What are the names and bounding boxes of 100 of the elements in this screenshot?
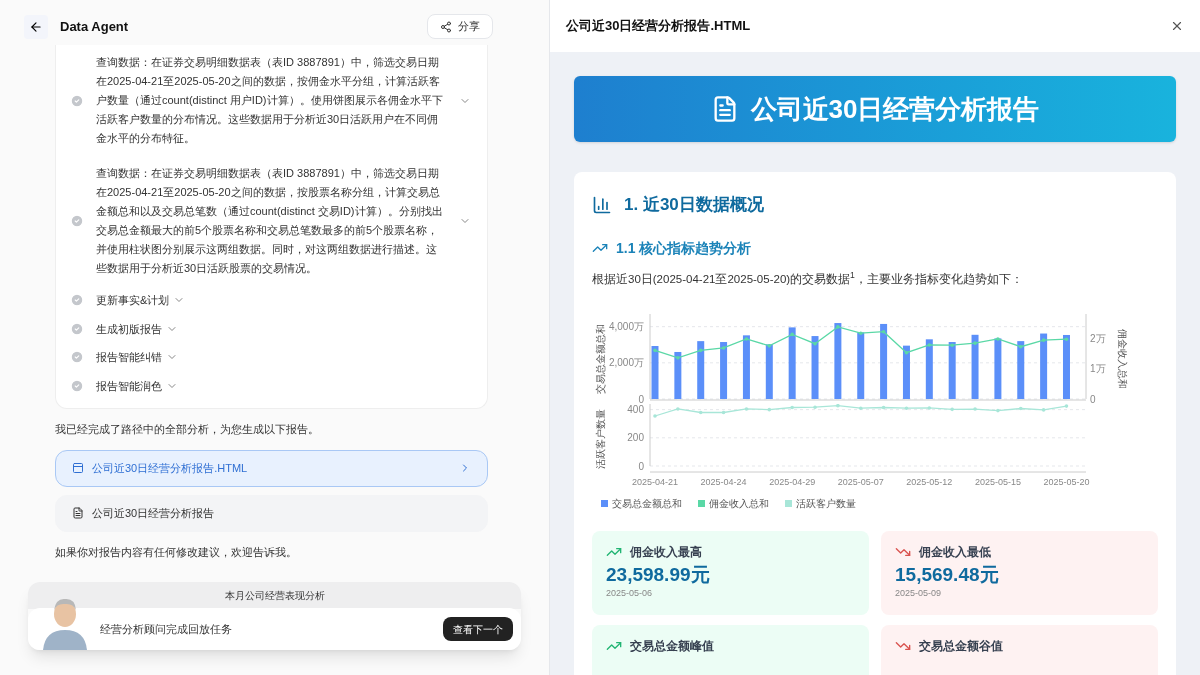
bar bbox=[811, 335, 819, 399]
message-text: 我已经完成了路径中的全部分析，为您生成以下报告。 bbox=[55, 422, 320, 437]
stat-label: 交易总金额峰值 bbox=[630, 637, 714, 655]
bar bbox=[994, 338, 1002, 399]
check-icon bbox=[70, 293, 84, 308]
axis-tick: 2025-04-24 bbox=[700, 476, 747, 487]
bar bbox=[788, 327, 796, 399]
bar bbox=[1063, 334, 1070, 399]
data-point bbox=[813, 341, 817, 346]
bar bbox=[857, 332, 865, 399]
axis-title: 交易总金额总和 bbox=[595, 323, 606, 394]
data-point bbox=[698, 348, 703, 352]
bar bbox=[697, 340, 705, 399]
axis-tick: 400 bbox=[627, 403, 644, 415]
axis-tick: 1万 bbox=[1090, 363, 1106, 375]
bar-chart-icon bbox=[592, 194, 612, 215]
data-point bbox=[767, 407, 772, 412]
axis-tick: 200 bbox=[627, 432, 644, 444]
bar bbox=[971, 334, 979, 399]
axis-tick: 0 bbox=[1090, 393, 1096, 404]
data-point bbox=[950, 343, 954, 347]
axis-title: 佣金收入总和 bbox=[1117, 328, 1128, 389]
axis-tick: 2025-05-12 bbox=[906, 476, 953, 487]
check-icon bbox=[70, 350, 84, 365]
stat-date: 2025-05-06 bbox=[606, 586, 654, 600]
data-point bbox=[858, 331, 863, 335]
data-point bbox=[950, 407, 954, 411]
axis-tick: 2025-04-21 bbox=[632, 476, 678, 487]
data-point bbox=[996, 336, 1000, 341]
bar bbox=[720, 341, 728, 399]
data-point bbox=[1018, 406, 1023, 411]
axis-tick: 0 bbox=[638, 393, 644, 404]
axis-tick: 2025-04-29 bbox=[769, 476, 816, 487]
app-title: Data Agent bbox=[60, 17, 129, 36]
section-heading: 1. 近30日数据概况 bbox=[624, 194, 764, 216]
check-icon bbox=[70, 378, 84, 393]
axis-title: 活跃客户数量 bbox=[595, 408, 606, 469]
stat-value: 15,569.48元 bbox=[895, 562, 1000, 587]
step-text: 生成初版报告 bbox=[96, 321, 162, 337]
stat-label: 交易总金额谷值 bbox=[919, 637, 1003, 655]
axis-tick: 2025-05-20 bbox=[1043, 476, 1090, 487]
file-link[interactable]: 公司近30日经营分析报告.HTML bbox=[55, 449, 488, 487]
data-point bbox=[790, 332, 794, 336]
step-text: 更新事实&计划 bbox=[96, 293, 170, 308]
data-point bbox=[698, 410, 703, 414]
legend-label: 佣金收入总和 bbox=[709, 496, 769, 511]
share-button[interactable]: 分享 bbox=[427, 14, 493, 39]
legend-swatch bbox=[785, 499, 792, 507]
back-button[interactable] bbox=[24, 14, 48, 39]
document-icon bbox=[72, 507, 84, 519]
check-icon bbox=[70, 321, 84, 336]
data-point bbox=[744, 406, 749, 411]
window-icon bbox=[72, 462, 84, 474]
step-text: 报告智能润色 bbox=[96, 378, 162, 394]
data-point bbox=[744, 336, 749, 341]
data-point bbox=[767, 343, 772, 348]
data-point bbox=[927, 342, 932, 347]
report-title: 公司近30日经营分析报告 bbox=[750, 92, 1040, 126]
data-point bbox=[1041, 338, 1046, 342]
axis-tick: 2,000万 bbox=[608, 357, 644, 369]
replay-message: 经营分析顾问完成回放任务 bbox=[100, 621, 232, 637]
axis-tick: 2025-05-07 bbox=[837, 476, 884, 487]
legend-label: 活跃客户数量 bbox=[796, 496, 856, 511]
data-point bbox=[973, 407, 977, 411]
data-point bbox=[904, 406, 909, 410]
bar bbox=[1017, 340, 1025, 399]
data-point bbox=[881, 329, 886, 334]
data-point bbox=[813, 405, 817, 409]
data-point bbox=[973, 341, 977, 345]
step-text: 查询数据：在证券交易明细数据表（表ID 3887891）中，筛选交易日期在2025-04-21至2025-05-20之间的数据，按股票名称分组，计算交易总金额总和以及交易总笔数（通过count(distinct 交易ID)计算）。分别找出交易总金额最大的前5个股票名称和交易总笔数最多的前5个股票名称，并使用柱状图分别展示这两组数据。同时，对这两组数据进行描述。这些数据用于分析近30日活跃股票的交易情况。 bbox=[96, 166, 444, 276]
intro-text: 根据近30日(2025-04-21至2025-05-20)的交易数据$^{1}$，主要业务指标变化趋势如下： bbox=[592, 270, 1024, 287]
legend-label: 交易总金额总和 bbox=[612, 496, 682, 511]
share-icon bbox=[440, 20, 452, 33]
data-point bbox=[1018, 344, 1023, 349]
message-text: 如果你对报告内容有任何修改建议，欢迎告诉我。 bbox=[55, 544, 298, 560]
data-point bbox=[858, 406, 863, 410]
close-icon[interactable] bbox=[1170, 19, 1184, 33]
data-point bbox=[676, 406, 680, 411]
legend-swatch bbox=[601, 499, 608, 507]
bar bbox=[742, 335, 750, 399]
stat-label: 佣金收入最高 bbox=[630, 543, 702, 561]
data-point bbox=[653, 413, 657, 418]
replay-title-bar: 本月公司经营表现分析 bbox=[28, 582, 521, 609]
bar bbox=[902, 345, 910, 399]
preview-title: 公司近30日经营分析报告.HTML bbox=[566, 17, 751, 36]
next-button[interactable]: 查看下一个 bbox=[443, 617, 513, 641]
data-point bbox=[653, 348, 657, 352]
data-point bbox=[1064, 404, 1069, 408]
data-point bbox=[721, 345, 726, 350]
data-point bbox=[676, 355, 680, 360]
stat-date: 2025-05-09 bbox=[895, 586, 943, 600]
bar bbox=[651, 345, 659, 399]
axis-tick: 0 bbox=[638, 460, 644, 472]
file-link[interactable]: 公司近30日经营分析报告 bbox=[55, 494, 488, 532]
bar bbox=[674, 351, 682, 399]
axis-tick: 4,000万 bbox=[608, 320, 644, 332]
subsection-heading: 1.1 核心指标趋势分析 bbox=[616, 238, 752, 258]
step-text: 报告智能纠错 bbox=[96, 350, 162, 365]
check-icon bbox=[70, 93, 84, 108]
data-point bbox=[1064, 337, 1069, 341]
